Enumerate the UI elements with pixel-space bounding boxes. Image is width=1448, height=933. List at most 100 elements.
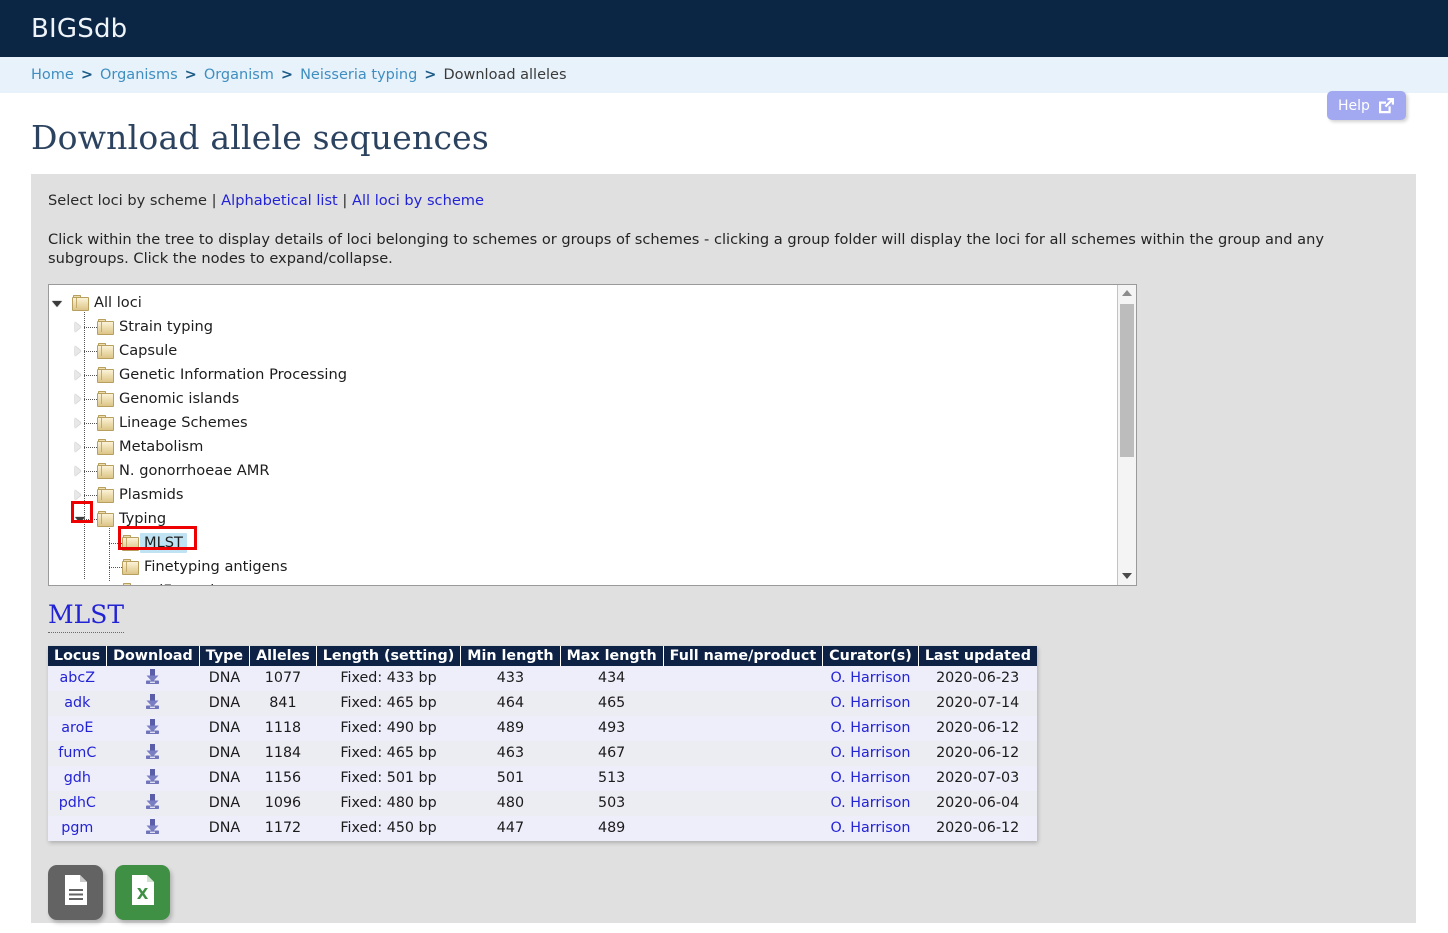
download-icon[interactable] [143,718,162,739]
cell-alleles: 1156 [249,765,317,791]
tree-node-label: Genetic Information Processing [119,366,347,383]
breadcrumb-item-home[interactable]: Home [31,67,74,83]
chevron-right-icon[interactable] [75,345,81,356]
tree-node-mlst[interactable]: MLST [49,531,1116,555]
download-icon[interactable] [143,693,162,714]
column-header-full-name-product[interactable]: Full name/product [663,645,824,666]
chevron-right-icon[interactable] [75,369,81,380]
folder-icon [97,487,114,503]
curator-link[interactable]: O. Harrison [830,670,910,686]
locus-link[interactable]: gdh [64,770,91,786]
table-row: adk DNA 841 Fixed: 465 bp 464 465 O. Har… [48,690,1037,716]
breadcrumb-item-organism[interactable]: Organism [204,67,274,83]
download-icon[interactable] [143,668,162,689]
loci-tree[interactable]: All loci Strain typing Capsule Genetic I… [48,283,1137,586]
cell-locus: fumC [48,740,107,766]
cell-max-length: 503 [560,790,664,816]
locus-link[interactable]: pdhC [59,795,96,811]
cell-locus: gdh [48,765,107,791]
all-loci-by-scheme-link[interactable]: All loci by scheme [352,192,484,209]
cell-curator: O. Harrison [822,815,919,841]
tree-node-genomic-islands[interactable]: Genomic islands [49,387,1116,411]
cell-full-name [663,715,823,741]
column-header-alleles[interactable]: Alleles [249,645,317,666]
download-icon[interactable] [143,793,162,814]
curator-link[interactable]: O. Harrison [830,720,910,736]
tree-node-rplf-species[interactable]: rplF species [49,579,1116,585]
download-icon[interactable] [143,768,162,789]
tree-scrollbar[interactable] [1117,284,1136,585]
locus-link[interactable]: fumC [58,745,96,761]
tree-node-genetic-information-processing[interactable]: Genetic Information Processing [49,363,1116,387]
breadcrumb-item-neisseria-typing[interactable]: Neisseria typing [300,67,417,83]
column-header-curators[interactable]: Curator(s) [822,645,919,666]
cell-min-length: 501 [460,765,561,791]
chevron-down-icon[interactable] [52,300,62,307]
cell-download [106,765,200,791]
curator-link[interactable]: O. Harrison [830,820,910,836]
tree-node-label: Metabolism [119,438,204,455]
breadcrumb-separator: > [80,67,93,83]
column-header-min-length[interactable]: Min length [460,645,561,666]
curator-link[interactable]: O. Harrison [830,770,910,786]
cell-max-length: 489 [560,815,664,841]
text-file-icon [62,874,90,910]
help-button[interactable]: Help [1327,91,1406,120]
chevron-right-icon[interactable] [75,441,81,452]
tree-node-n-gonorrhoeae-amr[interactable]: N. gonorrhoeae AMR [49,459,1116,483]
breadcrumb-separator: > [424,67,437,83]
curator-link[interactable]: O. Harrison [830,795,910,811]
cell-alleles: 1172 [249,815,317,841]
locus-link[interactable]: aroE [61,720,93,736]
tree-node-metabolism[interactable]: Metabolism [49,435,1116,459]
cell-locus: pdhC [48,790,107,816]
tree-node-plasmids[interactable]: Plasmids [49,483,1116,507]
breadcrumb-item-organisms[interactable]: Organisms [100,67,178,83]
download-icon[interactable] [143,818,162,839]
chevron-right-icon[interactable] [75,489,81,500]
cell-length-setting: Fixed: 433 bp [316,665,461,691]
cell-max-length: 513 [560,765,664,791]
chevron-right-icon[interactable] [75,465,81,476]
chevron-right-icon[interactable] [75,417,81,428]
curator-link[interactable]: O. Harrison [830,745,910,761]
tree-scroll-area: All loci Strain typing Capsule Genetic I… [49,285,1116,585]
cell-min-length: 464 [460,690,561,716]
cell-last-updated: 2020-06-04 [918,790,1037,816]
export-text-button[interactable] [48,864,103,920]
cell-alleles: 1184 [249,740,317,766]
page-title: Download allele sequences [31,118,489,157]
cell-length-setting: Fixed: 501 bp [316,765,461,791]
help-button-label: Help [1338,97,1370,114]
svg-text:X: X [136,885,148,903]
column-header-max-length[interactable]: Max length [560,645,664,666]
cell-min-length: 480 [460,790,561,816]
chevron-down-icon[interactable] [75,516,85,523]
chevron-right-icon[interactable] [75,393,81,404]
tree-node-typing[interactable]: Typing [49,507,1116,531]
tree-node-capsule[interactable]: Capsule [49,339,1116,363]
column-header-type[interactable]: Type [199,645,251,666]
tree-node-strain-typing[interactable]: Strain typing [49,315,1116,339]
download-icon[interactable] [143,743,162,764]
scroll-down-icon[interactable] [1118,568,1136,585]
column-header-locus[interactable]: Locus [48,645,108,666]
cell-download [106,790,200,816]
curator-link[interactable]: O. Harrison [830,695,910,711]
export-excel-button[interactable]: X [115,864,170,920]
alphabetical-list-link[interactable]: Alphabetical list [221,192,338,209]
scroll-up-icon[interactable] [1118,285,1136,302]
tree-node-lineage-schemes[interactable]: Lineage Schemes [49,411,1116,435]
tree-node-list: All loci Strain typing Capsule Genetic I… [49,285,1116,585]
column-header-length-setting[interactable]: Length (setting) [316,645,462,666]
locus-link[interactable]: pgm [61,820,93,836]
locus-link[interactable]: abcZ [60,670,96,686]
column-header-last-updated[interactable]: Last updated [918,645,1037,666]
folder-icon [72,295,89,311]
chevron-right-icon[interactable] [75,321,81,332]
locus-link[interactable]: adk [64,695,90,711]
tree-node-all-loci[interactable]: All loci [49,291,1116,315]
column-header-download[interactable]: Download [106,645,200,666]
tree-node-finetyping-antigens[interactable]: Finetyping antigens [49,555,1116,579]
scrollbar-thumb[interactable] [1120,303,1134,457]
